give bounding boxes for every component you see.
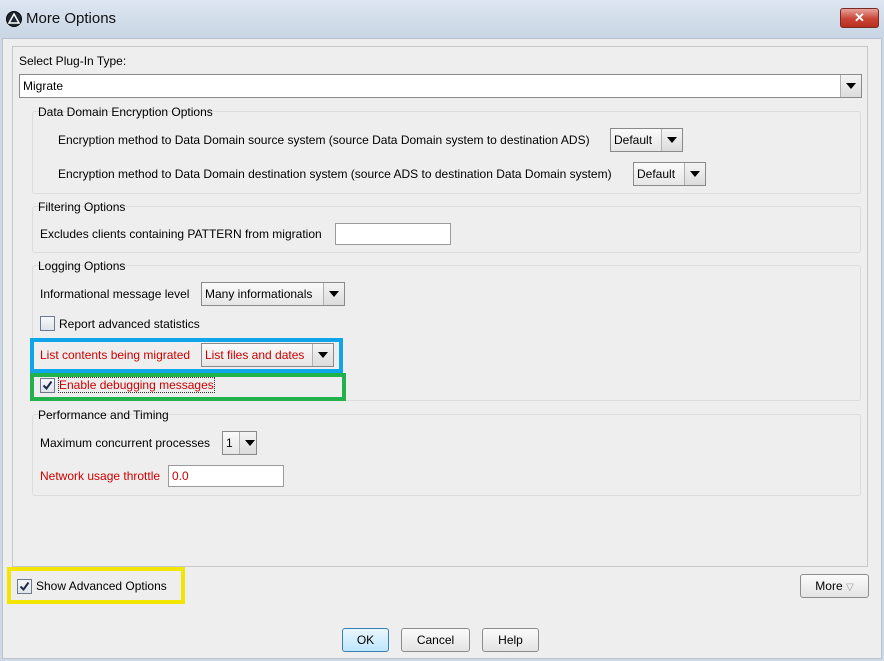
title-bar: More Options ✕ — [0, 0, 884, 38]
more-chevron-icon: ▽ — [845, 582, 854, 593]
plugin-type-select[interactable]: Migrate — [19, 74, 862, 98]
plugin-type-label: Select Plug-In Type: — [19, 54, 127, 68]
encryption-source-label: Encryption method to Data Domain source … — [58, 133, 590, 147]
help-button-label: Help — [498, 633, 523, 647]
plugin-type-value: Migrate — [23, 79, 64, 93]
exclude-clients-input[interactable] — [335, 223, 451, 245]
close-button[interactable]: ✕ — [840, 8, 879, 28]
report-stats-checkbox[interactable] — [40, 316, 55, 331]
report-stats-label: Report advanced statistics — [59, 317, 200, 331]
encryption-source-select[interactable]: Default — [610, 128, 683, 152]
encryption-dest-value: Default — [637, 167, 676, 181]
dropdown-arrow-icon — [684, 163, 705, 185]
highlight-box-green — [30, 373, 346, 401]
dropdown-arrow-icon — [239, 432, 256, 454]
info-level-value: Many informationals — [205, 287, 313, 301]
dropdown-arrow-icon — [323, 283, 344, 305]
highlight-box-blue — [30, 338, 343, 373]
dropdown-arrow-icon — [840, 75, 861, 97]
max-processes-label: Maximum concurrent processes — [40, 436, 211, 450]
network-throttle-label: Network usage throttle — [40, 469, 161, 483]
exclude-clients-label: Excludes clients containing PATTERN from… — [40, 227, 322, 241]
cancel-button-label: Cancel — [416, 633, 455, 647]
more-button[interactable]: More ▽ — [800, 574, 869, 598]
window-title: More Options — [26, 10, 117, 27]
ok-button[interactable]: OK — [342, 628, 389, 652]
encryption-dest-label: Encryption method to Data Domain destina… — [58, 167, 612, 181]
network-throttle-value: 0.0 — [172, 469, 189, 483]
encryption-group-title: Data Domain Encryption Options — [38, 105, 213, 119]
cancel-button[interactable]: Cancel — [401, 628, 470, 652]
filtering-group-title: Filtering Options — [38, 200, 126, 214]
highlight-box-yellow — [7, 567, 185, 604]
help-button[interactable]: Help — [482, 628, 539, 652]
more-button-label: More — [815, 579, 843, 593]
encryption-group — [32, 111, 861, 194]
info-level-label: Informational message level — [40, 287, 190, 301]
network-throttle-input[interactable]: 0.0 — [168, 465, 284, 487]
performance-group-title: Performance and Timing — [38, 408, 169, 422]
encryption-source-value: Default — [614, 133, 653, 147]
max-processes-value: 1 — [226, 436, 233, 450]
app-logo-icon — [6, 11, 22, 27]
max-processes-select[interactable]: 1 — [222, 431, 257, 455]
performance-group — [32, 414, 861, 496]
ok-button-label: OK — [356, 633, 375, 647]
dropdown-arrow-icon — [661, 129, 682, 151]
close-icon: ✕ — [854, 10, 865, 25]
info-level-select[interactable]: Many informationals — [201, 282, 345, 306]
encryption-dest-select[interactable]: Default — [633, 162, 706, 186]
logging-group-title: Logging Options — [38, 259, 126, 273]
